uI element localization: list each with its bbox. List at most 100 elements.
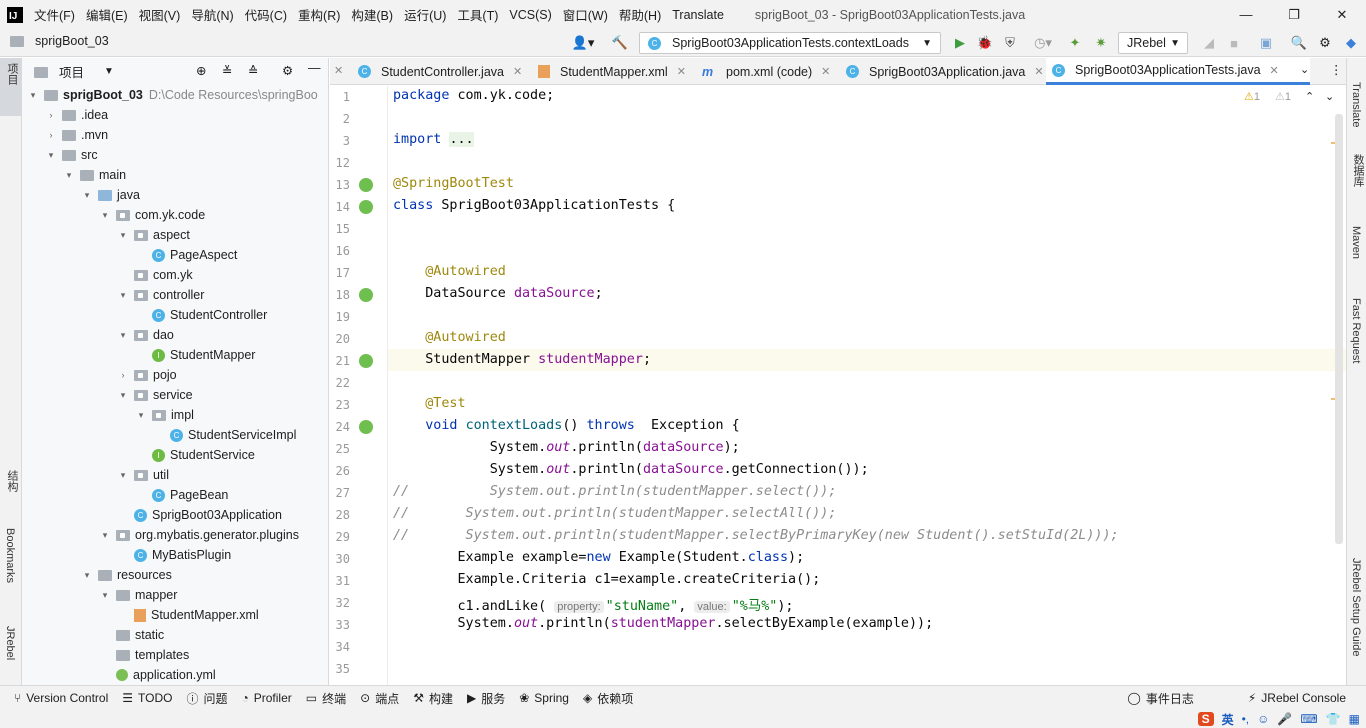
locate-icon[interactable]: ⊕: [196, 63, 206, 78]
menu-item[interactable]: 构建(B): [351, 5, 393, 24]
expand-arrow-icon[interactable]: ›: [44, 110, 58, 120]
tool-button[interactable]: ⚡ JRebel Console: [1248, 690, 1346, 707]
close-icon[interactable]: ✕: [677, 65, 686, 78]
close-icon[interactable]: ✕: [1270, 64, 1279, 77]
jrebel-run-icon[interactable]: ✦: [1066, 33, 1084, 53]
menu-item[interactable]: 导航(N): [191, 5, 233, 24]
tree-item[interactable]: ▾ impl: [26, 405, 328, 425]
expand-arrow-icon[interactable]: ▾: [80, 570, 94, 581]
expand-arrow-icon[interactable]: ▾: [98, 590, 112, 601]
tool-button[interactable]: ◈ 依赖项: [583, 690, 633, 707]
tree-item[interactable]: ▾ util: [26, 465, 328, 485]
tree-item[interactable]: ▾ resources: [26, 565, 328, 585]
tree-item[interactable]: I StudentService: [26, 445, 328, 465]
tree-item[interactable]: ▾ main: [26, 165, 328, 185]
tree-item[interactable]: C SprigBoot03Application: [26, 505, 328, 525]
project-breadcrumb[interactable]: sprigBoot_03: [10, 34, 109, 48]
menu-item[interactable]: VCS(S): [509, 8, 551, 22]
menu-item[interactable]: 编辑(E): [86, 5, 128, 24]
warning-indicator-icon[interactable]: ⚠1: [1244, 90, 1260, 103]
expand-arrow-icon[interactable]: ▾: [98, 210, 112, 221]
tree-item[interactable]: StudentMapper.xml: [26, 605, 328, 625]
expand-arrow-icon[interactable]: ▾: [80, 190, 94, 201]
jrebel-select[interactable]: JRebel ▼: [1118, 32, 1188, 54]
code-line[interactable]: // System.out.println(studentMapper.sele…: [393, 484, 836, 499]
keyboard-icon[interactable]: ⌨: [1300, 712, 1317, 726]
chevron-down-icon[interactable]: ▼: [104, 66, 114, 77]
emoji-icon[interactable]: ☺: [1257, 712, 1269, 726]
code-line[interactable]: @Test: [393, 396, 465, 411]
tool-button[interactable]: ⚒ 构建: [413, 690, 453, 707]
menu-item[interactable]: 视图(V): [139, 5, 181, 24]
tree-item[interactable]: › .idea: [26, 105, 328, 125]
expand-arrow-icon[interactable]: ▾: [26, 90, 40, 101]
grid-menu-icon[interactable]: ▦: [1349, 712, 1360, 726]
tree-item[interactable]: static: [26, 625, 328, 645]
code-line[interactable]: Example.Criteria c1=example.createCriter…: [393, 572, 820, 587]
code-line[interactable]: System.out.println(studentMapper.selectB…: [393, 616, 933, 631]
punctuation-icon[interactable]: •,: [1242, 712, 1250, 726]
code-line[interactable]: Example example=new Example(Student.clas…: [393, 550, 804, 565]
tool-button[interactable]: ◔ Profiler: [242, 691, 292, 705]
tree-item[interactable]: C StudentController: [26, 305, 328, 325]
code-line[interactable]: DataSource dataSource;: [393, 286, 602, 301]
tool-button[interactable]: ◯ 事件日志: [1127, 690, 1193, 707]
run-icon[interactable]: ▶: [951, 33, 969, 53]
expand-arrow-icon[interactable]: ›: [116, 370, 130, 380]
tree-item[interactable]: C PageBean: [26, 485, 328, 505]
tool-button[interactable]: ▭ 终端: [306, 690, 346, 707]
expand-arrow-icon[interactable]: ▾: [116, 470, 130, 481]
tool-button[interactable]: ☰ TODO: [122, 691, 172, 705]
code-line[interactable]: @SpringBootTest: [393, 176, 514, 191]
tree-item[interactable]: ▾ mapper: [26, 585, 328, 605]
code-line[interactable]: class SprigBoot03ApplicationTests {: [393, 198, 675, 213]
minimize-button[interactable]: —: [1222, 0, 1270, 29]
menu-item[interactable]: 工具(T): [457, 5, 498, 24]
project-tool-tab[interactable]: 项目: [0, 58, 21, 116]
chevron-up-icon[interactable]: ⌃: [1305, 90, 1314, 103]
spring-bean-gutter-icon[interactable]: [359, 288, 373, 302]
code-line[interactable]: // System.out.println(studentMapper.sele…: [393, 528, 1119, 543]
editor-tab[interactable]: StudentMapper.xml ✕: [532, 58, 686, 85]
scrollbar[interactable]: [1335, 114, 1343, 544]
collapse-all-icon[interactable]: ≙: [248, 63, 258, 78]
fast-request-tool-label[interactable]: Fast Request: [1350, 298, 1362, 363]
project-structure-icon[interactable]: ▣: [1257, 33, 1275, 53]
tree-item[interactable]: › .mvn: [26, 125, 328, 145]
code-line[interactable]: StudentMapper studentMapper;: [393, 352, 651, 367]
tool-button[interactable]: ⓘ 问题: [186, 690, 227, 707]
close-button[interactable]: ✕: [1318, 0, 1366, 29]
expand-arrow-icon[interactable]: ▾: [62, 170, 76, 181]
tool-button[interactable]: ⑂ Version Control: [14, 691, 108, 705]
editor-tab[interactable]: C SprigBoot03ApplicationTests.java ✕: [1046, 58, 1310, 85]
tree-item[interactable]: ▾ aspect: [26, 225, 328, 245]
menu-item[interactable]: 文件(F): [34, 5, 75, 24]
expand-arrow-icon[interactable]: ▾: [116, 230, 130, 241]
editor-tab[interactable]: m pom.xml (code) ✕: [696, 58, 836, 85]
expand-arrow-icon[interactable]: ›: [44, 130, 58, 140]
tree-item[interactable]: › pojo: [26, 365, 328, 385]
user-icon[interactable]: 👤▾: [569, 33, 597, 53]
tree-item[interactable]: application.yml: [26, 665, 328, 685]
tree-item[interactable]: com.yk: [26, 265, 328, 285]
expand-arrow-icon[interactable]: ▾: [98, 530, 112, 541]
menu-item[interactable]: 代码(C): [245, 5, 287, 24]
chevron-down-icon[interactable]: ⌄: [1300, 63, 1309, 76]
build-hammer-icon[interactable]: 🔨: [610, 33, 630, 53]
code-line[interactable]: System.out.println(dataSource.getConnect…: [393, 462, 869, 477]
database-tool-label[interactable]: 数据库: [1350, 154, 1366, 187]
expand-arrow-icon[interactable]: ▾: [116, 390, 130, 401]
expand-all-icon[interactable]: ≚: [222, 63, 232, 78]
expand-arrow-icon[interactable]: ▾: [116, 330, 130, 341]
tree-item[interactable]: ▾ org.mybatis.generator.plugins: [26, 525, 328, 545]
hide-panel-icon[interactable]: —: [308, 61, 321, 75]
expand-arrow-icon[interactable]: ▾: [44, 150, 58, 161]
jrebel-tool-label[interactable]: JRebel: [4, 626, 16, 660]
code-line[interactable]: System.out.println(dataSource);: [393, 440, 740, 455]
microphone-icon[interactable]: 🎤: [1277, 712, 1292, 726]
code-editor[interactable]: 1 2 3 12 13 14 15 16 17 18 19 20 21 22 23 24 25 26 27 28 29 3…: [330, 86, 1346, 685]
code-line[interactable]: // System.out.println(studentMapper.sele…: [393, 506, 836, 521]
editor-tab[interactable]: C StudentController.java ✕: [352, 58, 538, 85]
tree-item[interactable]: C MyBatisPlugin: [26, 545, 328, 565]
spring-bean-gutter-icon[interactable]: [359, 354, 373, 368]
